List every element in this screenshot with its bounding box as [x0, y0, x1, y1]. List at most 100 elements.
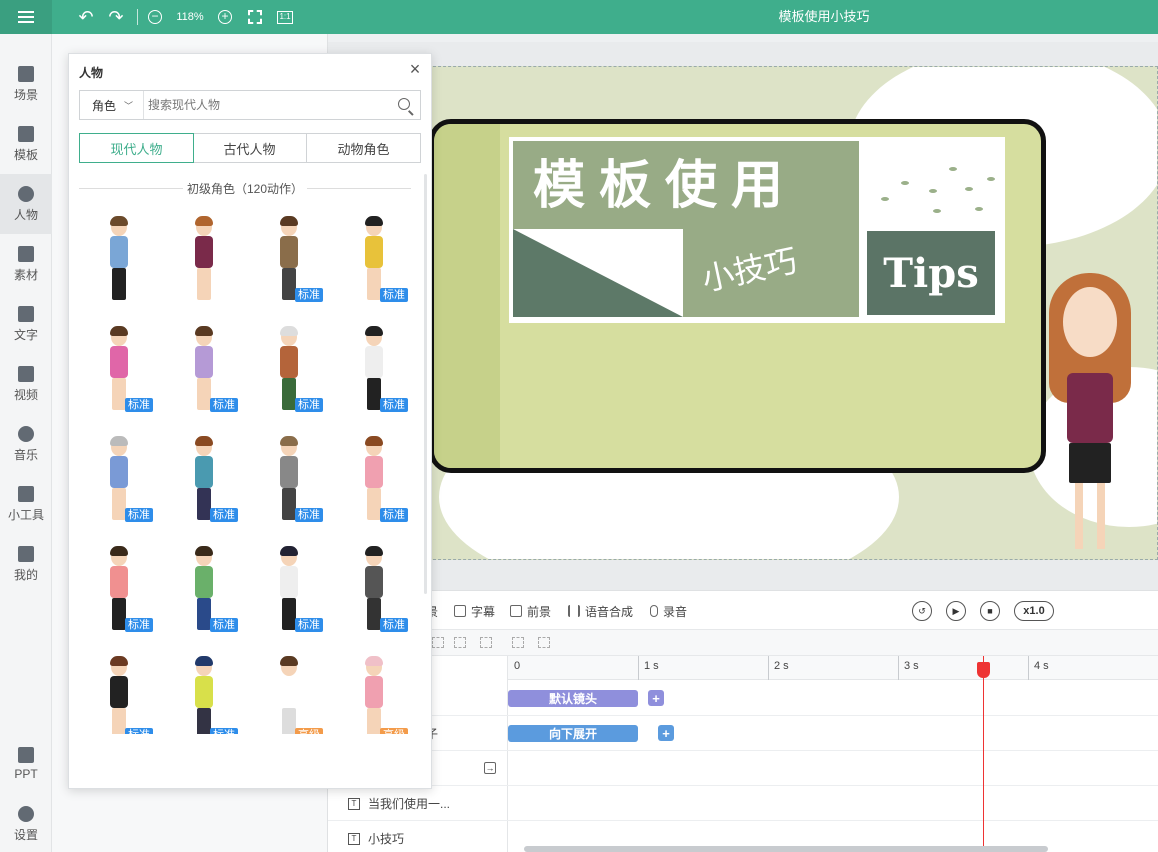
sidebar-item-settings[interactable]: 设置	[0, 794, 52, 852]
track-label[interactable]: T 当我们使用一...	[348, 786, 450, 821]
track-label[interactable]: T 小技巧	[348, 821, 404, 852]
sidebar-item-mine[interactable]: 我的	[0, 534, 52, 594]
foreground-button[interactable]: 前景	[510, 591, 551, 631]
playhead-handle[interactable]	[977, 662, 990, 678]
popup-title: 人物	[79, 66, 104, 80]
align-icon[interactable]	[432, 637, 444, 648]
search-icon[interactable]	[398, 98, 410, 110]
tab-ancient[interactable]: 古代人物	[193, 134, 307, 162]
tts-button[interactable]: 语音合成	[568, 591, 633, 631]
close-icon[interactable]: ×	[407, 60, 423, 78]
sidebar-item-scene[interactable]: 场景	[0, 54, 52, 114]
character-card[interactable]: 标准	[334, 430, 414, 530]
sidebar-item-label: 场景	[13, 87, 38, 102]
character-on-stage[interactable]	[1041, 273, 1137, 559]
character-card[interactable]: 高级	[334, 650, 414, 734]
character-card[interactable]: 标准	[249, 320, 329, 420]
distribute-icon[interactable]	[538, 637, 550, 648]
role-select[interactable]: 角色 ﹀	[80, 91, 144, 119]
align-icon[interactable]	[480, 637, 492, 648]
character-card[interactable]: 标准	[164, 650, 244, 734]
character-card[interactable]	[164, 210, 244, 310]
camera-clip[interactable]: 默认镜头	[508, 690, 638, 707]
banner-triangle	[513, 229, 683, 317]
enter-icon[interactable]: →	[484, 762, 496, 774]
subtitle-icon	[454, 605, 466, 617]
character-card[interactable]: 标准	[79, 540, 159, 640]
track-row: 默认镜头 +	[328, 681, 1158, 716]
title-banner[interactable]: 模板使用 小技巧 Tips	[509, 137, 1005, 323]
character-card[interactable]: 标准	[164, 540, 244, 640]
material-icon	[18, 245, 34, 262]
play-icon[interactable]: ▶	[946, 601, 966, 621]
time-ruler[interactable]: 0 1 s 2 s 3 s 4 s	[508, 656, 1158, 680]
character-thumbnail	[107, 656, 131, 734]
character-card[interactable]: 标准	[249, 430, 329, 530]
text-icon	[18, 305, 34, 322]
record-button[interactable]: 录音	[650, 591, 687, 631]
rewind-icon[interactable]: ↺	[912, 601, 932, 621]
sidebar-item-template[interactable]: 模板	[0, 114, 52, 174]
sidebar-item-label: 小工具	[7, 507, 44, 522]
speed-selector[interactable]: x1.0	[1014, 601, 1054, 621]
distribute-icon[interactable]	[512, 637, 524, 648]
add-camera-button[interactable]: +	[648, 690, 664, 706]
sidebar-item-text[interactable]: 文字	[0, 294, 52, 354]
tab-modern[interactable]: 现代人物	[79, 133, 194, 163]
microphone-icon	[650, 605, 658, 617]
ruler-tick-label: 3 s	[904, 660, 919, 672]
character-badge: 标准	[210, 508, 238, 522]
project-title: 模板使用小技巧	[778, 9, 870, 24]
character-card[interactable]	[79, 210, 159, 310]
leaf-decoration	[933, 209, 941, 213]
character-card[interactable]: 高级	[249, 650, 329, 734]
foreground-icon	[510, 605, 522, 617]
character-card[interactable]: 标准	[79, 320, 159, 420]
sidebar-item-material[interactable]: 素材	[0, 234, 52, 294]
sidebar-item-person[interactable]: 人物	[0, 174, 52, 234]
track-row: T 当我们使用一...	[328, 786, 1158, 821]
leaf-decoration	[929, 189, 937, 193]
sidebar-item-toolbox[interactable]: 小工具	[0, 474, 52, 534]
character-card[interactable]: 标准	[334, 540, 414, 640]
stop-icon[interactable]: ■	[980, 601, 1000, 621]
tab-animal[interactable]: 动物角色	[307, 134, 420, 162]
leaf-decoration	[949, 167, 957, 171]
character-badge: 标准	[380, 288, 408, 302]
character-badge: 标准	[125, 508, 153, 522]
text-track-icon: T	[348, 832, 360, 845]
sidebar-item-label: 我的	[13, 567, 38, 582]
timeline-toolbar: 景 字幕 前景 语音合成 录音 ↺ ▶ ■ x1.0	[328, 590, 1158, 630]
align-icon[interactable]	[454, 637, 466, 648]
character-card[interactable]: 标准	[249, 540, 329, 640]
waveform-icon	[568, 605, 580, 617]
character-card[interactable]: 标准	[249, 210, 329, 310]
playhead[interactable]	[983, 656, 984, 852]
character-badge: 标准	[210, 618, 238, 632]
character-card[interactable]: 标准	[334, 210, 414, 310]
sidebar-item-video[interactable]: 视频	[0, 354, 52, 414]
add-effect-button[interactable]: +	[658, 725, 674, 741]
subtitle-button[interactable]: 字幕	[454, 591, 495, 631]
character-card[interactable]: 标准	[79, 650, 159, 734]
sidebar-item-label: 音乐	[13, 447, 38, 462]
character-card[interactable]: 标准	[79, 430, 159, 530]
character-badge: 标准	[295, 398, 323, 412]
character-card[interactable]: 标准	[164, 320, 244, 420]
section-heading: 初级角色（120动作）	[79, 180, 411, 196]
popup-scrollbar[interactable]	[424, 174, 427, 594]
frame-strip	[434, 124, 500, 468]
effect-clip[interactable]: 向下展开	[508, 725, 638, 742]
sidebar-item-music[interactable]: 音乐	[0, 414, 52, 474]
top-bar: ↶ ↷ − 118% + 1:1 模板使用小技巧	[0, 0, 1158, 34]
scene-icon	[18, 65, 34, 82]
sidebar-item-label: 人物	[13, 207, 38, 222]
timeline: 0 1 s 2 s 3 s 4 s 默认镜头 + 子 向下展开 + → T 当我们…	[328, 656, 1158, 852]
character-card[interactable]: 标准	[164, 430, 244, 530]
stage[interactable]: 模板使用 小技巧 Tips	[428, 66, 1158, 560]
sidebar-item-ppt[interactable]: PPT	[0, 734, 52, 794]
character-badge: 标准	[210, 728, 238, 734]
character-card[interactable]: 标准	[334, 320, 414, 420]
horizontal-scrollbar[interactable]	[524, 846, 1048, 852]
search-input[interactable]	[148, 91, 388, 119]
